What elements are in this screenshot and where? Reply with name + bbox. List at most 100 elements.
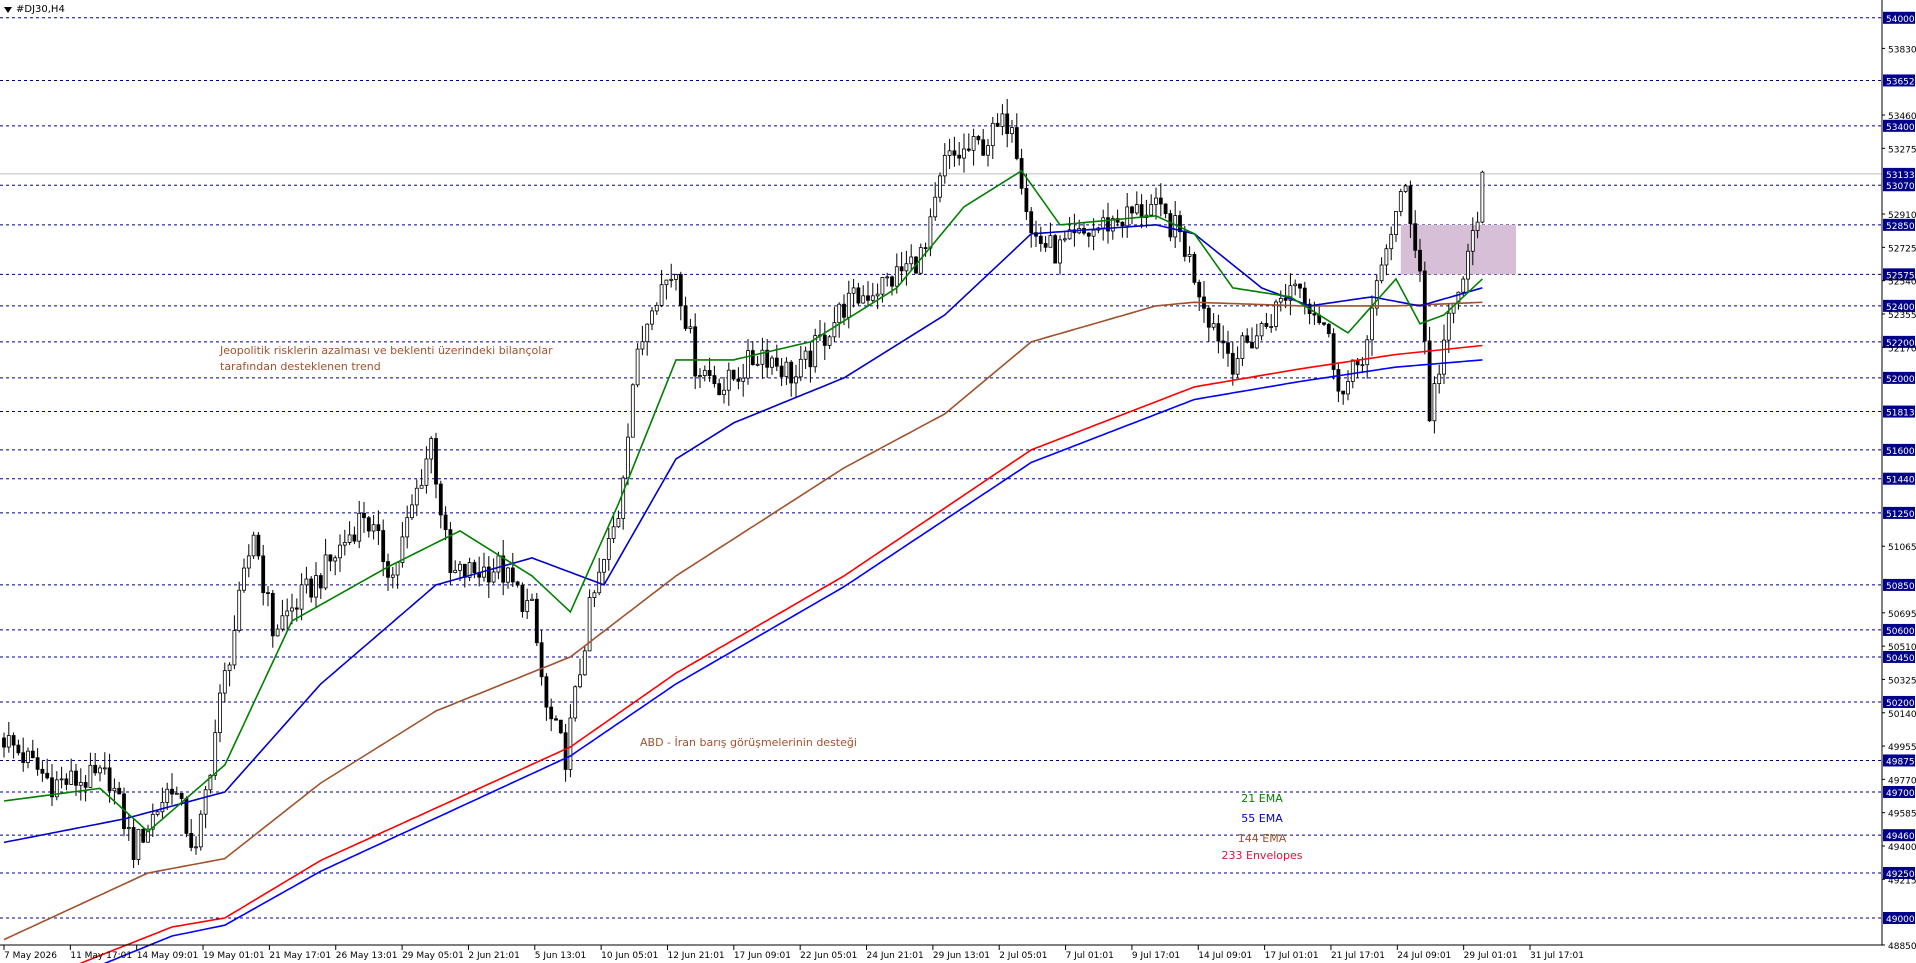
candle-body (1149, 203, 1154, 216)
candle-body (1278, 297, 1283, 303)
candle-body (1091, 229, 1096, 237)
candle-body (294, 607, 299, 610)
candle-body (947, 150, 952, 156)
x-tick-label: 21 May 17:01 (269, 951, 331, 961)
candle-body (1158, 197, 1163, 205)
candle-body (510, 567, 515, 583)
candle-body (45, 772, 50, 779)
level-label: 52000 (1886, 375, 1915, 385)
candle-body (678, 274, 683, 307)
resistance-zone (1400, 224, 1516, 275)
candle-body (1043, 243, 1048, 248)
price-chart[interactable]: 5400053830536525346053400532755313353070… (0, 0, 1916, 963)
symbol-title[interactable]: #DJ30,H4 (4, 4, 65, 15)
candle-body (1226, 342, 1230, 354)
candle-body (218, 692, 222, 734)
candle-body (1010, 127, 1014, 135)
candle-body (453, 569, 458, 573)
candle-body (1192, 253, 1197, 283)
candle-body (1235, 358, 1240, 375)
candle-body (755, 363, 760, 366)
candle-body (1432, 383, 1437, 422)
candle-body (74, 770, 78, 786)
candle-body (347, 534, 352, 543)
candle-body (275, 628, 280, 637)
candle-body (424, 458, 429, 486)
annotation-text: tarafından desteklenen trend (220, 360, 381, 373)
candle-body (136, 828, 141, 860)
candle-body (1120, 221, 1125, 227)
candle-body (635, 348, 640, 386)
candle-body (1398, 191, 1403, 212)
candle-body (904, 263, 909, 272)
price-axis: 5400053830536525346053400532755313353070… (1881, 0, 1916, 952)
candle-body (1178, 215, 1182, 233)
x-tick-label: 7 Jul 01:01 (1066, 951, 1114, 961)
candle-body (314, 575, 318, 598)
candle-body (803, 350, 808, 360)
candle-body (472, 562, 477, 574)
x-tick-label: 22 Jun 05:01 (800, 951, 857, 961)
y-tick-label: 50695 (1888, 610, 1916, 620)
candle-body (328, 554, 333, 562)
candle-body (971, 136, 976, 151)
candle-body (674, 274, 678, 280)
candle-body (966, 148, 971, 151)
candle-body (16, 744, 21, 754)
candle-body (1173, 215, 1178, 238)
candle-body (621, 477, 626, 519)
candle-body (784, 361, 789, 377)
candle-body (1038, 235, 1043, 244)
candle-body (688, 326, 693, 329)
candle-body (1346, 381, 1350, 395)
candle-body (995, 122, 1000, 127)
legend-entry: 55 EMA (1241, 812, 1283, 825)
candle-body (1062, 238, 1067, 241)
candle-body (40, 768, 45, 774)
candle-body (414, 487, 419, 506)
x-tick-label: 11 May 17:01 (70, 951, 132, 961)
candle-body (174, 792, 179, 795)
candle-body (1470, 230, 1475, 252)
candle-body (938, 175, 942, 198)
candle-body (962, 148, 966, 159)
x-tick-label: 29 Jul 01:01 (1464, 951, 1518, 961)
candle-body (1125, 206, 1130, 227)
y-tick-label: 49770 (1888, 776, 1916, 786)
candle-body (203, 789, 208, 815)
candle-body (390, 574, 395, 578)
y-tick-label: 52355 (1888, 311, 1916, 321)
candle-body (563, 732, 568, 770)
candle-body (654, 304, 659, 312)
candle-body (1365, 339, 1370, 366)
level-label: 52850 (1886, 222, 1915, 232)
candle-body (237, 589, 242, 631)
candle-body (26, 750, 30, 763)
candle-body (1005, 113, 1010, 135)
candle-body (88, 764, 93, 788)
y-tick-label: 49215 (1888, 876, 1916, 886)
candle-body (712, 375, 717, 385)
candle-body (779, 365, 784, 377)
candle-body (246, 555, 251, 569)
legend-entry: 233 Envelopes (1222, 849, 1303, 862)
candle-body (866, 295, 870, 301)
candle-body (1259, 323, 1264, 337)
candle-body (1000, 113, 1005, 127)
candle-body (256, 534, 261, 557)
candle-body (1437, 373, 1442, 385)
candle-body (419, 484, 424, 489)
candle-body (659, 284, 664, 306)
candle-body (2, 737, 6, 748)
candle-body (318, 575, 323, 589)
candle-body (837, 303, 842, 324)
x-tick-label: 10 Jun 05:01 (601, 951, 658, 961)
candle-body (952, 150, 957, 156)
candle-body (213, 732, 218, 776)
legend-entry: 21 EMA (1241, 792, 1283, 805)
candle-body (165, 788, 170, 803)
candle-body (846, 292, 851, 318)
dropdown-triangle-icon[interactable] (4, 6, 12, 13)
y-tick-label: 49585 (1888, 810, 1916, 820)
candle-body (650, 310, 654, 325)
